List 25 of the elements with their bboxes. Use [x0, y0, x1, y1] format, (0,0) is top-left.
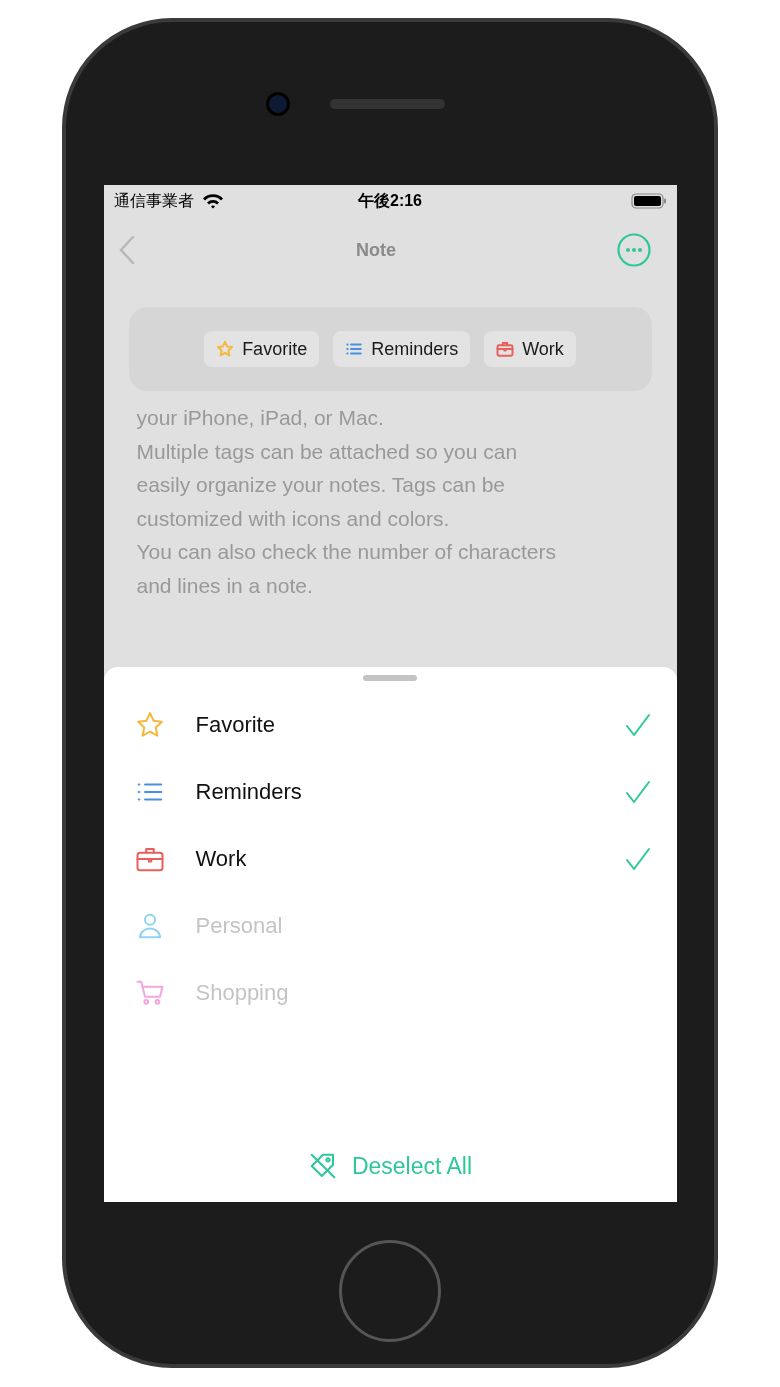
camera-icon	[265, 91, 290, 116]
tag-row[interactable]: Work	[103, 825, 677, 892]
checkmark-icon	[624, 846, 651, 871]
note-text-line: and lines in a note.	[136, 572, 314, 599]
tag-chip[interactable]: Favorite	[204, 331, 320, 367]
note-text-line: easily organize your notes. Tags can be	[136, 472, 506, 498]
home-button[interactable]	[339, 1240, 441, 1342]
note-text-line: your iPhone, iPad, or Mac.	[136, 405, 385, 431]
note-text-line: customized with icons and colors.	[136, 505, 451, 532]
tag-chip[interactable]: Work	[484, 331, 576, 367]
carrier-name: 通信事業者	[113, 190, 194, 211]
sheet-grabber[interactable]	[363, 675, 417, 681]
checkmark-icon	[624, 712, 651, 737]
note-text-line: Multiple tags can be attached so you can	[136, 438, 519, 465]
tag-row[interactable]: Reminders	[103, 758, 677, 825]
nav-title: Note	[356, 239, 396, 261]
back-icon[interactable]	[117, 235, 136, 265]
note-text-line: You can also check the number of characters	[136, 539, 557, 565]
wifi-icon	[201, 193, 224, 209]
tag-row[interactable]: Favorite	[103, 691, 677, 758]
tag-chip[interactable]: Reminders	[333, 331, 471, 367]
more-icon[interactable]	[616, 233, 651, 267]
battery-icon	[630, 193, 667, 209]
status-time: 午後2:16	[358, 190, 422, 211]
checkmark-icon	[624, 779, 651, 804]
